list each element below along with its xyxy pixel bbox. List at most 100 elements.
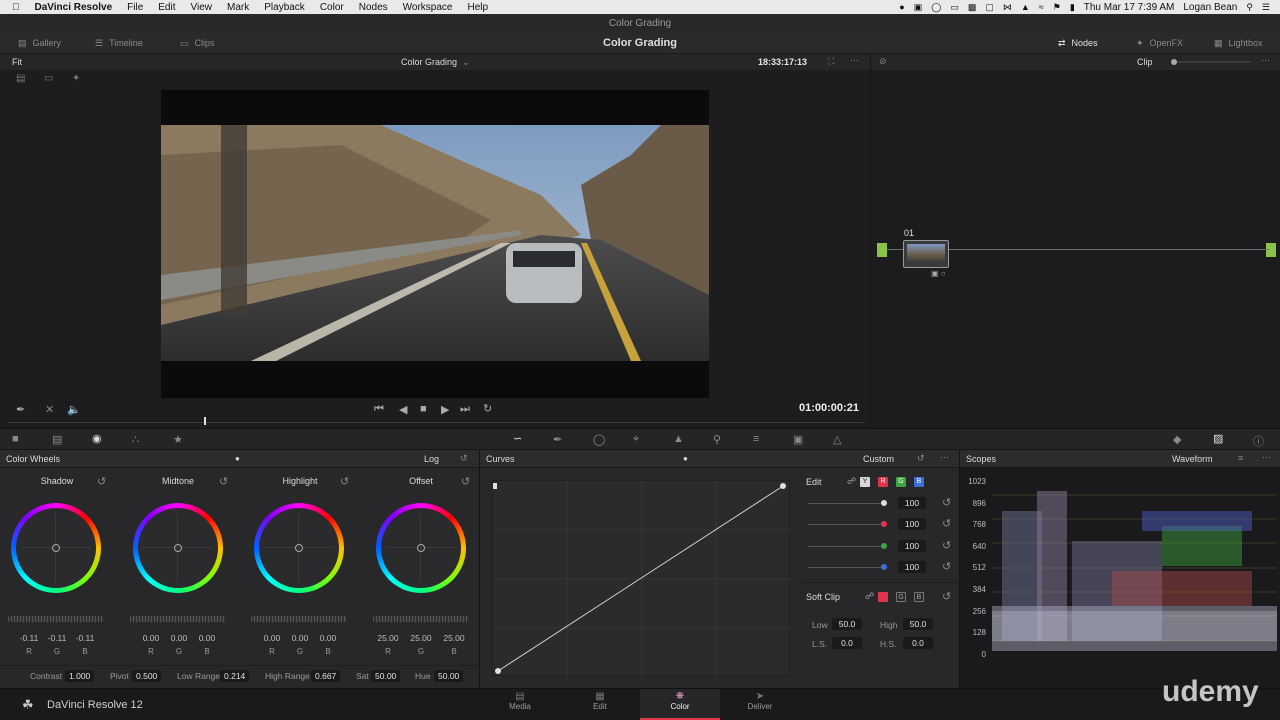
page-dot-icon[interactable]: ● — [235, 454, 240, 463]
shadow-b-value[interactable]: -0.11 — [72, 633, 98, 643]
b-intensity-handle[interactable] — [881, 564, 887, 570]
color-wheels-icon[interactable]: ◉ — [92, 432, 102, 445]
softclip-b-button[interactable]: B — [914, 592, 924, 602]
offset-reset-icon[interactable]: ↺ — [461, 475, 470, 488]
more-options-icon[interactable]: ⋯ — [1262, 452, 1271, 463]
clips-button[interactable]: ▭ Clips — [180, 32, 215, 54]
ls-field[interactable]: 0.0 — [832, 637, 862, 649]
openfx-button[interactable]: ✦ OpenFX — [1136, 32, 1183, 54]
midtone-reset-icon[interactable]: ↺ — [219, 475, 228, 488]
link-icon[interactable]: ☍ — [865, 591, 874, 602]
fit-dropdown[interactable]: Fit — [12, 57, 22, 67]
menu-playback[interactable]: Playback — [264, 2, 305, 13]
nodes-button[interactable]: ⇄ Nodes — [1058, 32, 1098, 54]
high-field[interactable]: 50.0 — [903, 618, 933, 630]
window-icon[interactable]: ◯ — [593, 433, 605, 446]
flag-icon[interactable]: ⚑ — [1053, 2, 1061, 13]
high-range-field[interactable]: 0.667 — [311, 670, 341, 682]
channel-r-button[interactable]: R — [878, 477, 888, 487]
curve-point-black[interactable] — [495, 668, 501, 674]
zoom-slider[interactable] — [1171, 59, 1251, 65]
channel-g-button[interactable]: G — [896, 477, 906, 487]
midtone-wheel-handle[interactable] — [174, 544, 182, 552]
blur-icon[interactable]: ▲ — [673, 433, 684, 445]
hue-field[interactable]: 50.00 — [434, 670, 464, 682]
contrast-field[interactable]: 1.000 — [65, 670, 95, 682]
viewer-title[interactable]: Color Grading — [401, 57, 457, 67]
zoom-slider-handle[interactable] — [1171, 59, 1177, 65]
curve-graph[interactable] — [491, 480, 791, 677]
chevron-down-icon[interactable]: ⌄ — [462, 57, 470, 68]
highlight-reset-icon[interactable]: ↺ — [340, 475, 349, 488]
qualifier-icon[interactable]: ✒ — [553, 433, 562, 446]
volume-icon[interactable]: ▲ — [1021, 2, 1030, 12]
more-options-icon[interactable]: ⋯ — [940, 452, 949, 463]
search-icon[interactable]: ⚲ — [1246, 2, 1253, 13]
color-picker-icon[interactable]: ◆ — [1173, 433, 1181, 446]
highlight-b-value[interactable]: 0.00 — [315, 633, 341, 643]
hs-field[interactable]: 0.0 — [903, 637, 933, 649]
offset-wheel-handle[interactable] — [417, 544, 425, 552]
menubar-user[interactable]: Logan Bean — [1183, 2, 1237, 13]
low-range-field[interactable]: 0.214 — [220, 670, 250, 682]
skip-start-icon[interactable]: ⏮ — [374, 403, 384, 416]
softclip-reset-icon[interactable]: ↺ — [942, 590, 951, 603]
curve-point-white[interactable] — [780, 483, 786, 489]
3d-icon[interactable]: ▣ — [793, 433, 803, 446]
y-intensity-slider[interactable] — [808, 503, 884, 504]
skype-icon[interactable]: ● — [899, 2, 904, 12]
corrector-node[interactable] — [903, 240, 949, 268]
output-node-connector[interactable] — [1266, 243, 1276, 257]
bypass-icon[interactable]: ⊘ — [879, 56, 887, 67]
sat-field[interactable]: 50.00 — [371, 670, 401, 682]
offset-g-value[interactable]: 25.00 — [408, 633, 434, 643]
menu-mark[interactable]: Mark — [227, 2, 249, 13]
g-intensity-field[interactable]: 100 — [898, 540, 926, 552]
g-intensity-slider[interactable] — [808, 546, 884, 547]
sizing-icon[interactable]: ≡ — [753, 433, 759, 445]
motion-effects-icon[interactable]: ★ — [173, 433, 183, 446]
rgb-mixer-icon[interactable]: ∴ — [132, 433, 139, 446]
page-dot-icon[interactable]: ● — [683, 454, 688, 463]
g-reset-icon[interactable]: ↺ — [942, 539, 951, 552]
color-match-icon[interactable]: ▤ — [52, 433, 62, 446]
g-intensity-handle[interactable] — [881, 543, 887, 549]
curves-preset-dropdown[interactable]: Custom — [863, 454, 894, 464]
reset-icon[interactable]: ↺ — [460, 453, 468, 464]
camera-raw-icon[interactable]: ■ — [12, 433, 19, 445]
bluetooth-icon[interactable]: ⋈ — [1003, 2, 1012, 13]
color-page-button[interactable]: ❋ Color — [640, 689, 720, 720]
deliver-page-button[interactable]: ➤ Deliver — [740, 691, 780, 711]
view-mode-icon[interactable]: ▤ — [16, 73, 25, 84]
curve-edit-handle[interactable] — [491, 483, 497, 489]
playhead[interactable] — [204, 417, 206, 425]
menu-file[interactable]: File — [127, 2, 143, 13]
b-reset-icon[interactable]: ↺ — [942, 560, 951, 573]
highlight-g-value[interactable]: 0.00 — [287, 633, 313, 643]
battery-icon[interactable]: ▮ — [1070, 2, 1075, 13]
timeline-button[interactable]: ☰ Timeline — [95, 32, 143, 54]
play-reverse-icon[interactable]: ◀ — [399, 403, 407, 416]
midtone-g-value[interactable]: 0.00 — [166, 633, 192, 643]
menu-help[interactable]: Help — [467, 2, 488, 13]
low-field[interactable]: 50.0 — [832, 618, 862, 630]
shadow-master-wheel[interactable] — [8, 616, 104, 622]
highlight-wheel-handle[interactable] — [295, 544, 303, 552]
media-page-button[interactable]: ▤ Media — [500, 691, 540, 711]
y-intensity-handle[interactable] — [881, 500, 887, 506]
midtone-wheel[interactable] — [133, 503, 223, 593]
shadow-g-value[interactable]: -0.11 — [44, 633, 70, 643]
stop-icon[interactable]: ■ — [420, 403, 427, 415]
shadow-wheel[interactable] — [11, 503, 101, 593]
magic-wand-icon[interactable]: ✦ — [72, 73, 80, 84]
offset-wheel[interactable] — [376, 503, 466, 593]
menubar-clock[interactable]: Thu Mar 17 7:39 AM — [1084, 2, 1175, 13]
list-icon[interactable]: ☰ — [1262, 2, 1270, 13]
eyedropper-icon[interactable]: ✒ — [16, 403, 25, 416]
softclip-g-button[interactable]: G — [896, 592, 906, 602]
menu-color[interactable]: Color — [320, 2, 344, 13]
menu-view[interactable]: View — [191, 2, 213, 13]
expand-icon[interactable]: ⛶ — [828, 56, 834, 67]
waveform-scope[interactable]: 1023 896 768 640 512 384 256 128 0 — [960, 468, 1280, 688]
highlight-master-wheel[interactable] — [251, 616, 347, 622]
